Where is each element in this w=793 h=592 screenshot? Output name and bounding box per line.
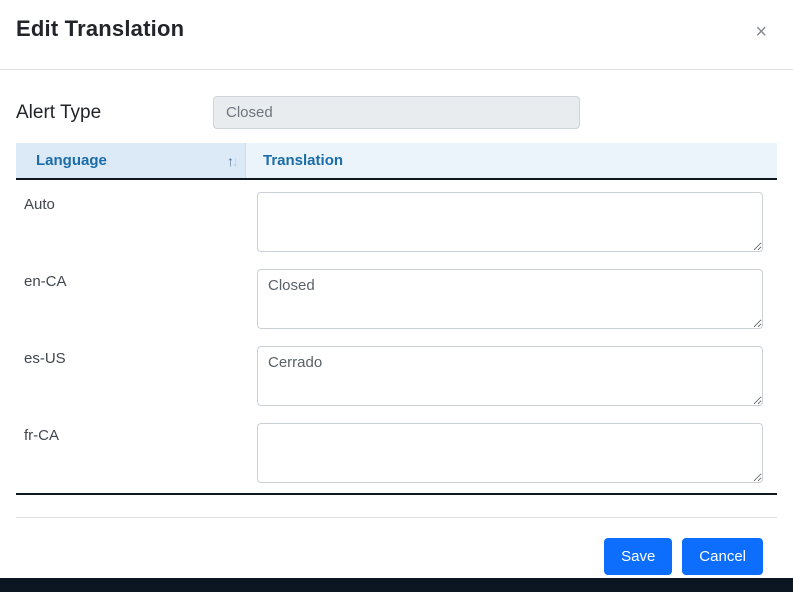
sort-icons[interactable]: ↑ ↓ xyxy=(227,153,245,169)
translation-cell: Cerrado xyxy=(257,346,777,406)
page-bottom-bar xyxy=(0,578,793,592)
table-row: fr-CA xyxy=(16,423,777,483)
sort-descending-icon: ↓ xyxy=(232,153,237,169)
column-header-language-label: Language xyxy=(36,152,107,169)
alert-type-label: Alert Type xyxy=(16,102,213,124)
translation-textarea-fr-ca[interactable] xyxy=(257,423,763,483)
modal-footer: Save Cancel xyxy=(16,517,777,575)
translation-textarea-en-ca[interactable]: Closed xyxy=(257,269,763,329)
cancel-button[interactable]: Cancel xyxy=(682,538,763,575)
translation-cell xyxy=(257,423,777,483)
translation-cell: Closed xyxy=(257,269,777,329)
save-button[interactable]: Save xyxy=(604,538,672,575)
table-body: Auto en-CA Closed es-US Cerrado xyxy=(16,180,777,495)
language-label: fr-CA xyxy=(16,423,257,483)
page-title: Edit Translation xyxy=(16,16,184,42)
language-label: es-US xyxy=(16,346,257,406)
modal-header: Edit Translation × xyxy=(0,0,793,70)
alert-type-row: Alert Type xyxy=(16,96,777,129)
translation-textarea-es-us[interactable]: Cerrado xyxy=(257,346,763,406)
translations-table: Language ↑ ↓ Translation Auto xyxy=(16,143,777,495)
column-header-translation: Translation xyxy=(246,143,777,178)
table-row: es-US Cerrado xyxy=(16,346,777,406)
modal-body: Alert Type Language ↑ ↓ Translation Au xyxy=(0,70,793,578)
alert-type-field xyxy=(213,96,580,129)
translation-cell xyxy=(257,192,777,252)
table-row: en-CA Closed xyxy=(16,269,777,329)
close-icon[interactable]: × xyxy=(745,18,777,46)
edit-translation-modal: Edit Translation × Alert Type Language ↑… xyxy=(0,0,793,578)
table-header-row: Language ↑ ↓ Translation xyxy=(16,143,777,180)
column-header-language[interactable]: Language ↑ ↓ xyxy=(16,143,246,178)
table-row: Auto xyxy=(16,192,777,252)
column-header-translation-label: Translation xyxy=(263,152,343,169)
language-label: Auto xyxy=(16,192,257,252)
translation-textarea-auto[interactable] xyxy=(257,192,763,252)
language-label: en-CA xyxy=(16,269,257,329)
